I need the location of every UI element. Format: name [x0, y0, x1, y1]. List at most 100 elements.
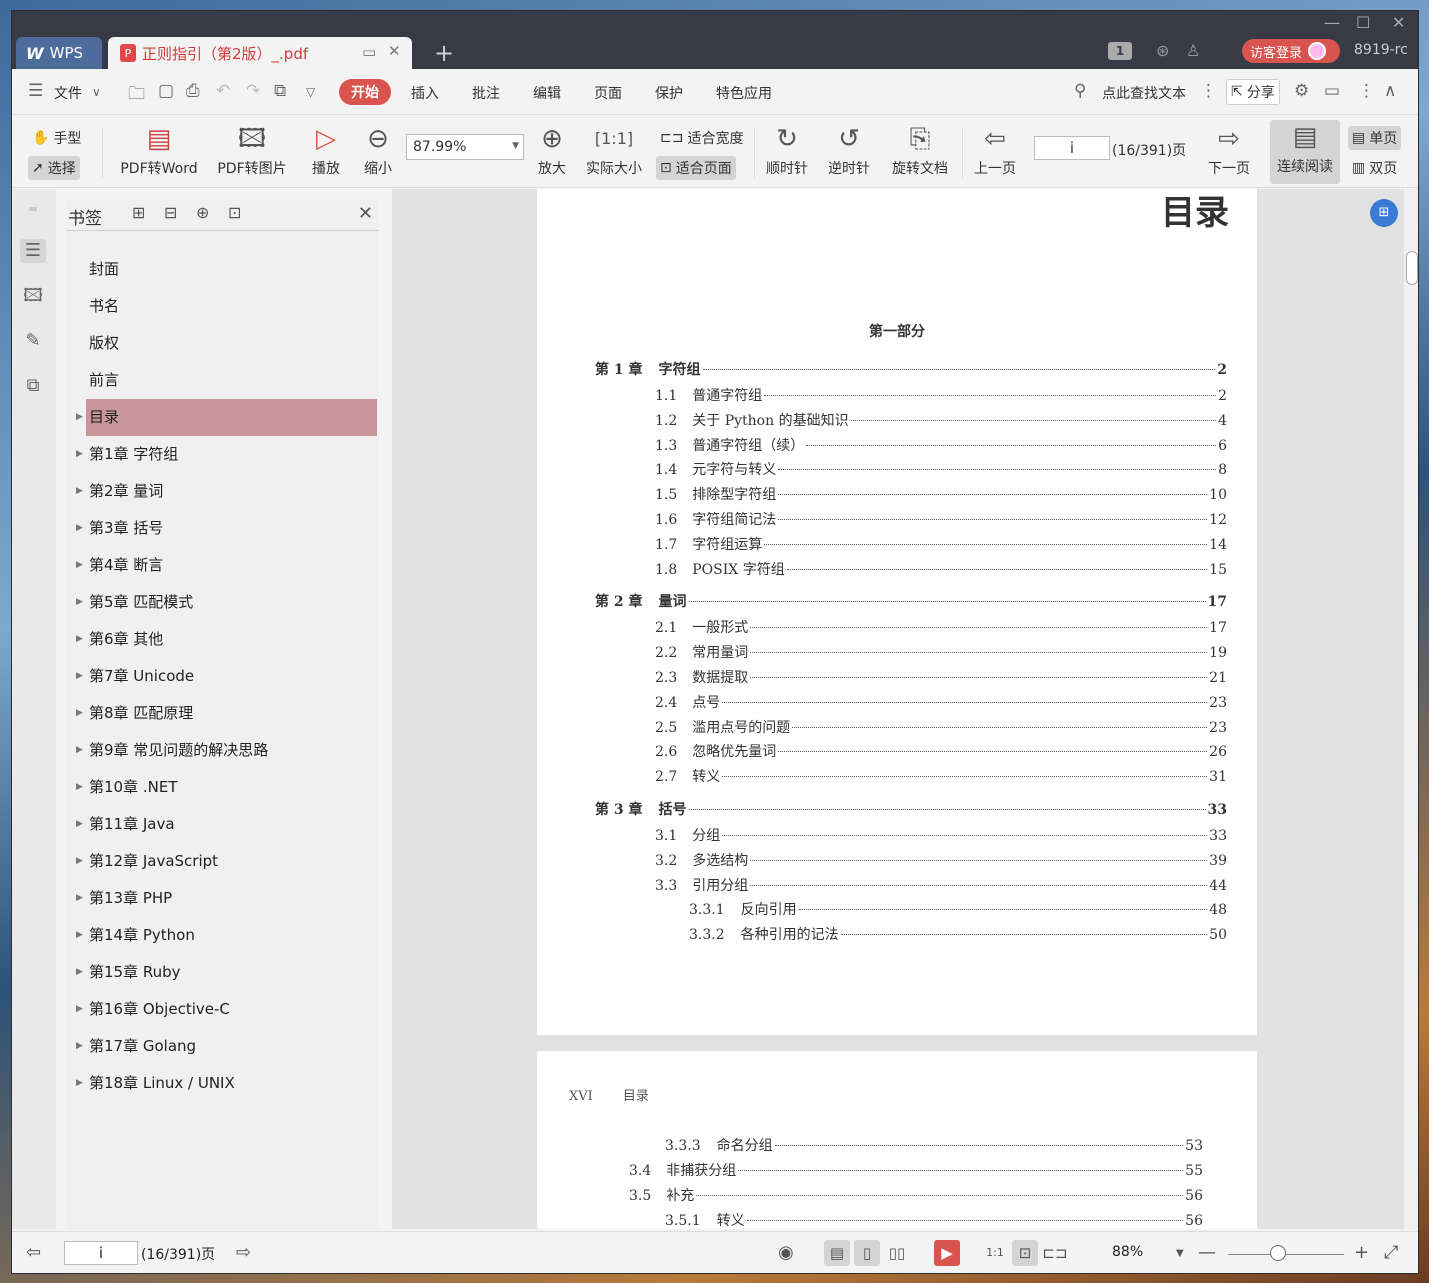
document-tab[interactable]: P 正则指引（第2版）_.pdf ▭ ✕: [108, 37, 412, 69]
close-tab-icon[interactable]: ✕: [388, 42, 401, 60]
bookmark-item[interactable]: ▶ 第4章 断言: [66, 547, 379, 584]
toc-entry[interactable]: 3.3 引用分组 44: [655, 875, 1227, 895]
previous-page-icon[interactable]: ⇦: [26, 1242, 41, 1263]
collapse-ribbon-icon[interactable]: ∧: [1384, 81, 1396, 101]
next-page-button[interactable]: ⇨ 下一页: [1202, 122, 1256, 178]
bookmark-icon[interactable]: ⊡: [228, 203, 241, 222]
undo-icon[interactable]: ↶: [216, 81, 230, 101]
double-page-view-icon[interactable]: ▯▯: [884, 1240, 910, 1266]
shirt-icon[interactable]: ♙: [1186, 41, 1200, 60]
file-menu[interactable]: 文件: [54, 83, 82, 103]
save-icon[interactable]: ▢: [158, 81, 174, 101]
fullscreen-icon[interactable]: ⤢: [1384, 1242, 1398, 1263]
share-button[interactable]: ⇱ 分享: [1226, 79, 1280, 105]
bookmark-item[interactable]: ▶ 第6章 其他: [66, 621, 379, 658]
document-viewer[interactable]: 目录 第一部分 第 1 章字符组 2 1.1 普通字符组 2 1.2 关于 Python 的…: [392, 189, 1404, 1229]
bookmark-item[interactable]: ▶ 目录: [76, 399, 377, 436]
menu-tab-insert[interactable]: 插入: [411, 83, 439, 103]
expand-arrow-icon[interactable]: ▶: [76, 1028, 83, 1065]
more-options-icon[interactable]: ⋮: [1358, 81, 1375, 101]
select-tool-button[interactable]: ➚ 选择: [28, 156, 80, 180]
toc-entry[interactable]: 2.3 数据提取 21: [655, 667, 1227, 687]
menu-tab-annotate[interactable]: 批注: [472, 83, 500, 103]
eye-protection-icon[interactable]: ◉: [778, 1242, 794, 1263]
toc-entry[interactable]: 1.3 普通字符组（续） 6: [655, 435, 1227, 455]
bookmark-item[interactable]: ▶ 第13章 PHP: [66, 880, 379, 917]
close-icon[interactable]: ✕: [358, 203, 373, 224]
wps-home-tab[interactable]: W WPS: [16, 37, 102, 69]
annotation-panel-icon[interactable]: ✎: [20, 329, 46, 353]
expand-arrow-icon[interactable]: ▶: [76, 843, 83, 880]
previous-page-button[interactable]: ⇦ 上一页: [970, 122, 1020, 178]
toc-entry[interactable]: 1.7 字符组运算 14: [655, 534, 1227, 554]
zoom-out-button[interactable]: ⊖ 缩小: [358, 122, 398, 178]
vertical-scrollbar[interactable]: [1404, 189, 1418, 1229]
expand-all-icon[interactable]: ⊞: [132, 203, 145, 222]
bookmark-panel-icon[interactable]: ☰: [20, 239, 46, 263]
toc-entry[interactable]: 1.2 关于 Python 的基础知识 4: [655, 410, 1227, 430]
bookmark-item[interactable]: ▶ 第2章 量词: [66, 473, 379, 510]
toc-entry[interactable]: 2.1 一般形式 17: [655, 617, 1227, 637]
bookmark-item[interactable]: ▶ 第15章 Ruby: [66, 954, 379, 991]
play-button[interactable]: ▷ 播放: [306, 122, 346, 178]
single-page-button[interactable]: ▤ 单页: [1348, 126, 1402, 150]
bookmark-item[interactable]: ▶ 第9章 常见问题的解决思路: [66, 732, 379, 769]
toc-entry[interactable]: 3.3.2 各种引用的记法 50: [689, 924, 1227, 944]
single-page-view-icon[interactable]: ▯: [854, 1240, 880, 1266]
bookmark-item[interactable]: ▶ 第8章 匹配原理: [66, 695, 379, 732]
fit-width-button[interactable]: ⊏⊐ 适合宽度: [656, 126, 747, 150]
toc-entry[interactable]: 第 3 章括号 33: [595, 799, 1227, 819]
expand-arrow-icon[interactable]: ▶: [76, 769, 83, 806]
rotate-counterclockwise-button[interactable]: ↺ 逆时针: [824, 122, 874, 178]
toc-entry[interactable]: 1.6 字符组简记法 12: [655, 509, 1227, 529]
fit-page-button[interactable]: ⊡ 适合页面: [656, 156, 736, 180]
redo-icon[interactable]: ↷: [246, 81, 260, 101]
zoom-in-icon[interactable]: +: [1354, 1242, 1369, 1263]
toc-entry[interactable]: 3.5 补充 56: [629, 1185, 1203, 1205]
zoom-in-button[interactable]: ⊕ 放大: [532, 122, 572, 178]
toc-entry[interactable]: 1.5 排除型字符组 10: [655, 484, 1227, 504]
bookmark-item[interactable]: ▶ 第5章 匹配模式: [66, 584, 379, 621]
actual-size-icon[interactable]: 1:1: [982, 1240, 1008, 1266]
translate-float-icon[interactable]: ⊞: [1370, 199, 1398, 227]
zoom-slider[interactable]: [1228, 1254, 1344, 1255]
zoom-slider-handle[interactable]: [1269, 1245, 1286, 1261]
search-icon[interactable]: ⚲: [1074, 81, 1086, 101]
double-page-button[interactable]: ▥ 双页: [1348, 156, 1401, 180]
bookmark-item[interactable]: 书名: [66, 288, 379, 325]
expand-arrow-icon[interactable]: ▶: [76, 917, 83, 954]
bookmark-item[interactable]: ▶ 第18章 Linux / UNIX: [66, 1065, 379, 1102]
zoom-select[interactable]: 87.99% ▼: [406, 134, 524, 160]
play-icon[interactable]: ▶: [934, 1240, 960, 1266]
bookmark-item[interactable]: ▶ 第11章 Java: [66, 806, 379, 843]
toc-entry[interactable]: 1.4 元字符与转义 8: [655, 459, 1227, 479]
close-window-icon[interactable]: ✕: [1392, 13, 1405, 32]
actual-size-button[interactable]: [1:1] 实际大小: [580, 122, 648, 178]
window-count-badge[interactable]: 1: [1108, 42, 1132, 60]
zoom-out-icon[interactable]: —: [1198, 1242, 1216, 1263]
toc-entry[interactable]: 3.3.1 反向引用 48: [689, 899, 1227, 919]
toc-entry[interactable]: 2.5 滥用点号的问题 23: [655, 717, 1227, 737]
expand-arrow-icon[interactable]: ▶: [76, 695, 83, 732]
expand-arrow-icon[interactable]: ▶: [76, 991, 83, 1028]
search-text-button[interactable]: 点此查找文本: [1102, 83, 1186, 103]
bookmark-item[interactable]: ▶ 第14章 Python: [66, 917, 379, 954]
drag-handle-icon[interactable]: ═: [20, 197, 46, 221]
menu-tab-special[interactable]: 特色应用: [716, 83, 772, 103]
toc-entry[interactable]: 3.5.1 转义 56: [665, 1210, 1203, 1229]
continuous-view-icon[interactable]: ▤: [824, 1240, 850, 1266]
fit-page-icon[interactable]: ⊡: [1012, 1240, 1038, 1266]
pdf-to-image-button[interactable]: 🖾 PDF转图片: [208, 122, 296, 178]
hamburger-icon[interactable]: ☰: [28, 81, 43, 101]
pdf-to-word-button[interactable]: ▤ PDF转Word: [114, 122, 204, 178]
comment-icon[interactable]: ▭: [1324, 81, 1340, 101]
visitor-login-button[interactable]: 访客登录: [1242, 39, 1340, 63]
thumbnail-panel-icon[interactable]: 🖾: [20, 284, 46, 308]
toc-entry[interactable]: 2.2 常用量词 19: [655, 642, 1227, 662]
expand-arrow-icon[interactable]: ▶: [76, 399, 83, 436]
menu-tab-edit[interactable]: 编辑: [533, 83, 561, 103]
float-window-icon[interactable]: ▭: [362, 43, 376, 61]
bookmark-item[interactable]: ▶ 第10章 .NET: [66, 769, 379, 806]
expand-arrow-icon[interactable]: ▶: [76, 880, 83, 917]
expand-arrow-icon[interactable]: ▶: [76, 1065, 83, 1102]
